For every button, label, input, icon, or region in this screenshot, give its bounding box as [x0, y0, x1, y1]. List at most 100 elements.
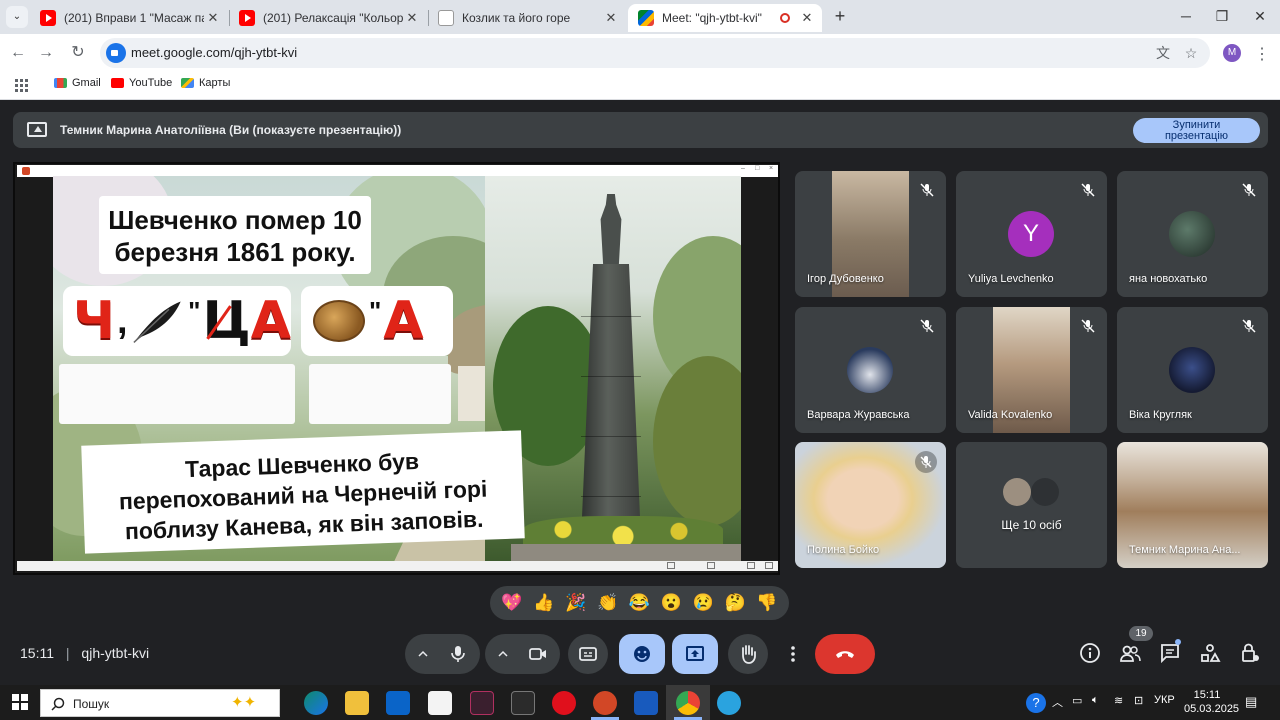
- close-window-button[interactable]: ✕: [1246, 6, 1274, 26]
- participant-tile[interactable]: Віка Кругляк: [1117, 307, 1268, 433]
- reaction-thumbs-up[interactable]: 👍: [533, 593, 554, 613]
- word-icon[interactable]: [634, 691, 658, 715]
- more-participants-tile[interactable]: Ще 10 осіб: [956, 442, 1107, 568]
- present-screen-button[interactable]: [672, 634, 718, 674]
- file-explorer-icon[interactable]: [345, 691, 369, 715]
- reload-button[interactable]: ↻: [68, 43, 88, 63]
- participant-tile[interactable]: яна новохатько: [1117, 171, 1268, 297]
- profile-avatar[interactable]: M: [1223, 44, 1241, 62]
- people-icon[interactable]: [1119, 642, 1141, 664]
- rebus-letter: А: [383, 291, 424, 351]
- feather-icon: [132, 301, 181, 343]
- notifications-icon[interactable]: ▤: [1245, 694, 1257, 710]
- network-icon[interactable]: ⊡: [1134, 694, 1143, 707]
- bookmark-youtube[interactable]: YouTube: [111, 77, 172, 89]
- end-call-button[interactable]: [815, 634, 875, 674]
- captions-button[interactable]: [568, 634, 608, 674]
- tab-search-icon[interactable]: ⌄: [6, 6, 28, 28]
- raise-hand-button[interactable]: [728, 634, 768, 674]
- shared-presentation: – □ × Шевченко помер 10 березня 1861 рок…: [13, 162, 780, 575]
- host-controls-icon[interactable]: [1239, 642, 1261, 664]
- participant-tile[interactable]: Valida Kovalenko: [956, 307, 1107, 433]
- close-tab-icon[interactable]: ✕: [403, 10, 421, 26]
- presenting-banner: Темник Марина Анатоліївна (Ви (показуєте…: [13, 112, 1268, 148]
- telegram-icon[interactable]: [717, 691, 741, 715]
- minimize-button[interactable]: ─: [1172, 6, 1200, 26]
- browser-menu-icon[interactable]: ⋮: [1254, 44, 1270, 64]
- translate-icon[interactable]: 文: [1154, 44, 1172, 62]
- address-bar[interactable]: meet.google.com/qjh-ytbt-kvi 文 ☆: [100, 38, 1210, 68]
- participant-tile[interactable]: Ігор Дубовенко: [795, 171, 946, 297]
- store-icon[interactable]: [428, 691, 452, 715]
- taskbar-search[interactable]: Пошук ✦✦: [40, 689, 280, 717]
- meet-icon: [638, 10, 654, 26]
- info-icon[interactable]: [1079, 642, 1101, 664]
- reaction-laugh[interactable]: 😂: [629, 593, 650, 613]
- tray-overflow-icon[interactable]: ︿: [1052, 694, 1063, 710]
- volume-icon[interactable]: 🔈︎: [1092, 694, 1099, 707]
- forward-button[interactable]: →: [36, 43, 56, 63]
- apps-grid-icon[interactable]: [15, 79, 28, 92]
- back-button[interactable]: ←: [8, 43, 28, 63]
- powerpoint-icon[interactable]: [593, 691, 617, 715]
- maps-icon: [181, 78, 194, 88]
- mic-muted-icon: [920, 319, 934, 333]
- rebus-letter: Ч: [73, 291, 116, 351]
- reaction-thumbs-down[interactable]: 👎: [756, 593, 777, 613]
- reactions-bar: 💖 👍 🎉 👏 😂 😮 😢 🤔 👎: [490, 586, 789, 620]
- stop-presenting-button[interactable]: Зупинити презентацію: [1133, 118, 1260, 143]
- browser-toolbar: ← → ↻ meet.google.com/qjh-ytbt-kvi 文 ☆: [0, 34, 1280, 72]
- site-info-icon[interactable]: [106, 43, 126, 63]
- chat-icon[interactable]: [1159, 642, 1181, 664]
- browser-tab-active[interactable]: Meet: "qjh-ytbt-kvi" ✕: [628, 4, 822, 32]
- browser-tab[interactable]: Козлик та його горе ✕: [428, 4, 626, 32]
- reaction-surprised[interactable]: 😮: [661, 593, 682, 613]
- participant-tile[interactable]: Полина Бойко: [795, 442, 946, 568]
- chrome-icon[interactable]: [676, 691, 700, 715]
- new-tab-button[interactable]: +: [830, 6, 850, 26]
- bookmark-maps[interactable]: Карты: [181, 77, 230, 89]
- more-options-button[interactable]: [777, 634, 809, 674]
- document-icon: [438, 10, 454, 26]
- reaction-thinking[interactable]: 🤔: [724, 593, 745, 613]
- outlook-icon[interactable]: [386, 691, 410, 715]
- participant-tile[interactable]: Y Yuliya Levchenko: [956, 171, 1107, 297]
- mic-options-icon[interactable]: [415, 644, 431, 664]
- close-tab-icon[interactable]: ✕: [204, 10, 222, 26]
- participant-avatar: [1169, 347, 1215, 393]
- reaction-sad[interactable]: 😢: [693, 593, 714, 613]
- windows-start-icon[interactable]: [12, 694, 28, 710]
- wifi-icon[interactable]: ≋: [1114, 694, 1123, 707]
- maximize-button[interactable]: ❐: [1208, 6, 1236, 26]
- slide-sorter-icon: [707, 562, 715, 569]
- participant-tile[interactable]: Варвара Журавська: [795, 307, 946, 433]
- participant-name: Valida Kovalenko: [968, 409, 1053, 421]
- edge-icon[interactable]: [304, 691, 328, 715]
- bookmark-gmail[interactable]: Gmail: [54, 77, 101, 89]
- microphone-icon[interactable]: [448, 644, 468, 664]
- help-icon[interactable]: ?: [1026, 693, 1046, 713]
- app-icon[interactable]: [470, 691, 494, 715]
- battery-icon[interactable]: ▭: [1072, 694, 1082, 707]
- bookmark-star-icon[interactable]: ☆: [1182, 44, 1200, 62]
- clapper-icon[interactable]: [511, 691, 535, 715]
- sparkle-icon: ✦✦: [231, 694, 257, 711]
- taskbar-clock[interactable]: 15:11 05.03.2025: [1184, 688, 1239, 716]
- camera-options-icon[interactable]: [495, 644, 511, 664]
- emoji-reactions-button[interactable]: [619, 634, 665, 674]
- pedestal-line: [581, 496, 641, 497]
- close-tab-icon[interactable]: ✕: [602, 10, 620, 26]
- participant-tile-self[interactable]: Темник Марина Ана...: [1117, 442, 1268, 568]
- opera-icon[interactable]: [552, 691, 576, 715]
- bookmark-label: Карты: [199, 77, 231, 89]
- browser-tab[interactable]: (201) Релаксація "Кольоротер ✕: [229, 4, 427, 32]
- language-indicator[interactable]: УКР: [1154, 694, 1175, 706]
- reaction-party[interactable]: 🎉: [565, 593, 586, 613]
- close-tab-icon[interactable]: ✕: [798, 10, 816, 26]
- answer-blank: [309, 364, 451, 424]
- reaction-sparkling-heart[interactable]: 💖: [501, 593, 522, 613]
- camera-icon[interactable]: [528, 644, 548, 664]
- reaction-clap[interactable]: 👏: [597, 593, 618, 613]
- activities-icon[interactable]: [1199, 642, 1221, 664]
- browser-tab[interactable]: (201) Вправи 1 "Масаж пальчи ✕: [30, 4, 228, 32]
